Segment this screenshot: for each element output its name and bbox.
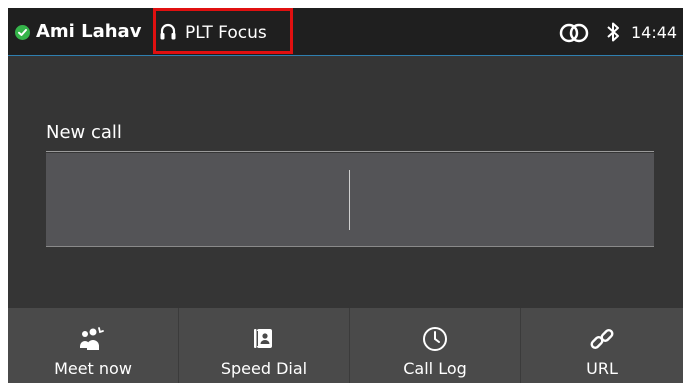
meet-now-icon bbox=[79, 326, 107, 352]
softkey-bar: Meet now Speed Dial Call Log URL bbox=[8, 308, 683, 383]
softkey-label: Meet now bbox=[54, 359, 132, 378]
speed-dial-icon bbox=[250, 326, 278, 352]
clock-icon bbox=[421, 326, 449, 352]
softkey-label: Speed Dial bbox=[220, 359, 308, 378]
presence-available-icon[interactable] bbox=[15, 25, 30, 40]
softkey-label: Call Log bbox=[403, 359, 467, 378]
url-button[interactable]: URL bbox=[521, 308, 683, 383]
headset-device-label[interactable]: PLT Focus bbox=[185, 20, 267, 46]
dial-number-input[interactable] bbox=[46, 153, 654, 247]
meet-now-button[interactable]: Meet now bbox=[8, 308, 179, 383]
status-bar: Ami Lahav PLT Focus 14:44 bbox=[8, 8, 683, 56]
bluetooth-icon bbox=[605, 21, 621, 43]
new-call-label: New call bbox=[46, 122, 122, 143]
call-log-button[interactable]: Call Log bbox=[350, 308, 521, 383]
user-name[interactable]: Ami Lahav bbox=[36, 19, 141, 45]
link-icon bbox=[588, 326, 616, 352]
divider bbox=[46, 151, 654, 152]
linked-rings-icon bbox=[559, 23, 589, 43]
headset-icon bbox=[160, 23, 176, 41]
speed-dial-button[interactable]: Speed Dial bbox=[179, 308, 350, 383]
text-caret bbox=[349, 170, 350, 230]
softkey-label: URL bbox=[586, 359, 618, 378]
status-clock: 14:44 bbox=[631, 23, 678, 42]
phone-screen: Ami Lahav PLT Focus 14:44 New call Meet … bbox=[8, 8, 683, 383]
